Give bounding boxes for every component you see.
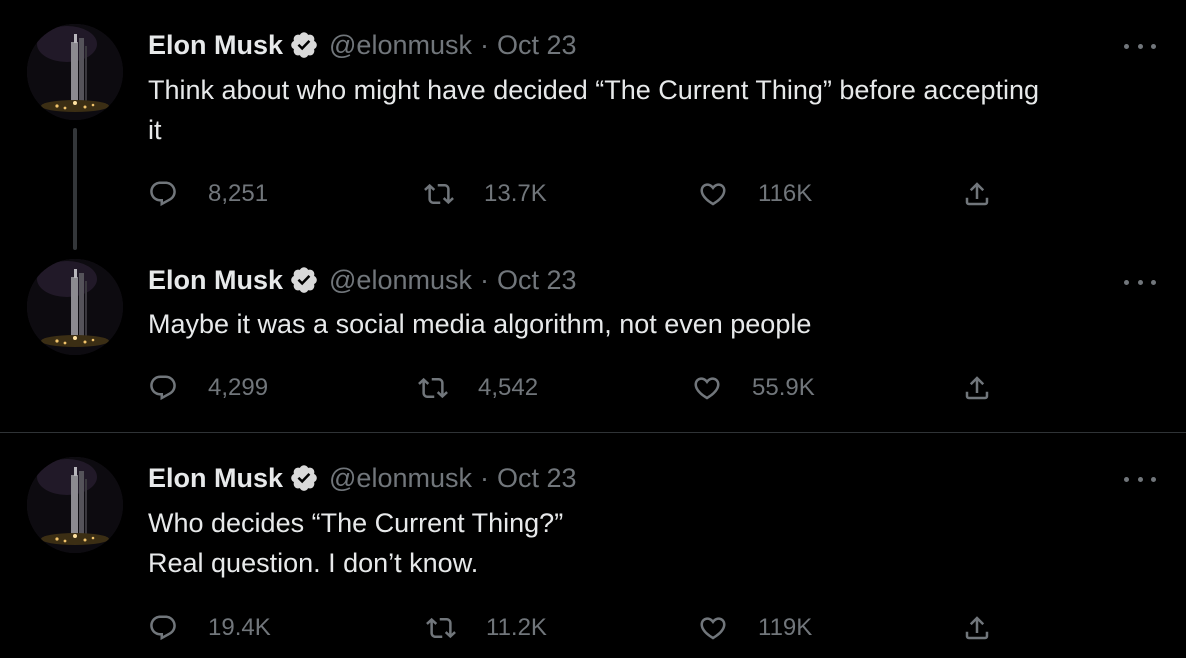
share-icon	[965, 376, 989, 400]
avatar[interactable]	[27, 24, 123, 120]
tweet-text-line: Who decides “The Current Thing?”	[148, 508, 564, 538]
reply-icon	[150, 615, 176, 641]
tweet-text-line: Think about who might have decided “The …	[148, 75, 1040, 105]
more-options-icon[interactable]	[1124, 272, 1156, 292]
tweet-text-line: Real question. I don’t know.	[148, 548, 479, 578]
reply-button[interactable]: 19.4K	[148, 610, 271, 646]
reply-icon	[150, 181, 176, 207]
tweet[interactable]: Elon Musk @elonmusk · Oct 23 Think about…	[0, 0, 1186, 240]
separator-dot: ·	[479, 29, 489, 60]
avatar[interactable]	[27, 457, 123, 553]
tweet-header: Elon Musk @elonmusk · Oct 23	[148, 461, 577, 495]
reply-button[interactable]: 4,299	[148, 370, 268, 406]
tweet[interactable]: Elon Musk @elonmusk · Oct 23 Maybe it wa…	[0, 240, 1186, 432]
verified-badge-icon	[289, 463, 319, 493]
avatar-starship-icon	[27, 457, 123, 553]
author-handle[interactable]: @elonmusk	[329, 265, 472, 296]
reply-button[interactable]: 8,251	[148, 176, 268, 212]
verified-badge-icon	[289, 30, 319, 60]
tweet-header: Elon Musk @elonmusk · Oct 23	[148, 28, 577, 62]
reply-count: 8,251	[208, 180, 269, 207]
author-handle[interactable]: @elonmusk	[329, 30, 472, 61]
like-count: 55.9K	[752, 374, 815, 401]
author-name[interactable]: Elon Musk	[148, 30, 283, 61]
tweet-actions: 8,251 13.7K 116K	[148, 176, 1008, 212]
tweet-date[interactable]: Oct 23	[497, 30, 577, 61]
reply-count: 4,299	[208, 374, 269, 401]
separator-dot: ·	[479, 264, 489, 295]
share-icon	[965, 182, 989, 206]
heart-icon	[700, 617, 726, 640]
retweet-button[interactable]: 11.2K	[426, 610, 547, 646]
heart-icon	[694, 377, 720, 400]
retweet-button[interactable]: 13.7K	[424, 176, 547, 212]
tweet-text: Maybe it was a social media algorithm, n…	[148, 304, 1158, 344]
share-icon	[965, 616, 989, 640]
tweet-thread: Elon Musk @elonmusk · Oct 23 Think about…	[0, 0, 1186, 658]
share-button[interactable]	[962, 370, 992, 406]
share-button[interactable]	[962, 176, 992, 212]
retweet-icon	[426, 617, 456, 639]
tweet-header: Elon Musk @elonmusk · Oct 23	[148, 263, 577, 297]
reply-icon	[150, 375, 176, 401]
like-button[interactable]: 116K	[698, 176, 812, 212]
more-options-icon[interactable]	[1124, 36, 1156, 56]
tweet-text: Think about who might have decided “The …	[148, 70, 1158, 150]
retweet-count: 11.2K	[486, 614, 547, 641]
tweet-text-line: Maybe it was a social media algorithm, n…	[148, 309, 812, 339]
separator-dot: ·	[479, 462, 489, 493]
tweet-actions: 4,299 4,542 55.9K	[148, 370, 1008, 406]
author-name[interactable]: Elon Musk	[148, 265, 283, 296]
tweet-text: Who decides “The Current Thing?” Real qu…	[148, 503, 1158, 583]
tweet-date[interactable]: Oct 23	[497, 265, 577, 296]
retweet-count: 4,542	[478, 374, 539, 401]
avatar-starship-icon	[27, 24, 123, 120]
retweet-icon	[424, 183, 454, 205]
like-count: 116K	[758, 180, 813, 207]
reply-count: 19.4K	[208, 614, 271, 641]
tweet[interactable]: Elon Musk @elonmusk · Oct 23 Who decides…	[0, 433, 1186, 658]
more-options-icon[interactable]	[1124, 469, 1156, 489]
retweet-count: 13.7K	[484, 180, 547, 207]
tweet-date[interactable]: Oct 23	[497, 463, 577, 494]
tweet-actions: 19.4K 11.2K 119K	[148, 610, 1008, 646]
avatar[interactable]	[27, 259, 123, 355]
avatar-starship-icon	[27, 259, 123, 355]
retweet-button[interactable]: 4,542	[418, 370, 538, 406]
heart-icon	[700, 183, 726, 206]
like-button[interactable]: 119K	[698, 610, 812, 646]
tweet-text-line: it	[148, 115, 162, 145]
verified-badge-icon	[289, 265, 319, 295]
author-handle[interactable]: @elonmusk	[329, 463, 472, 494]
share-button[interactable]	[962, 610, 992, 646]
retweet-icon	[418, 377, 448, 399]
like-button[interactable]: 55.9K	[692, 370, 815, 406]
author-name[interactable]: Elon Musk	[148, 463, 283, 494]
like-count: 119K	[758, 614, 813, 641]
